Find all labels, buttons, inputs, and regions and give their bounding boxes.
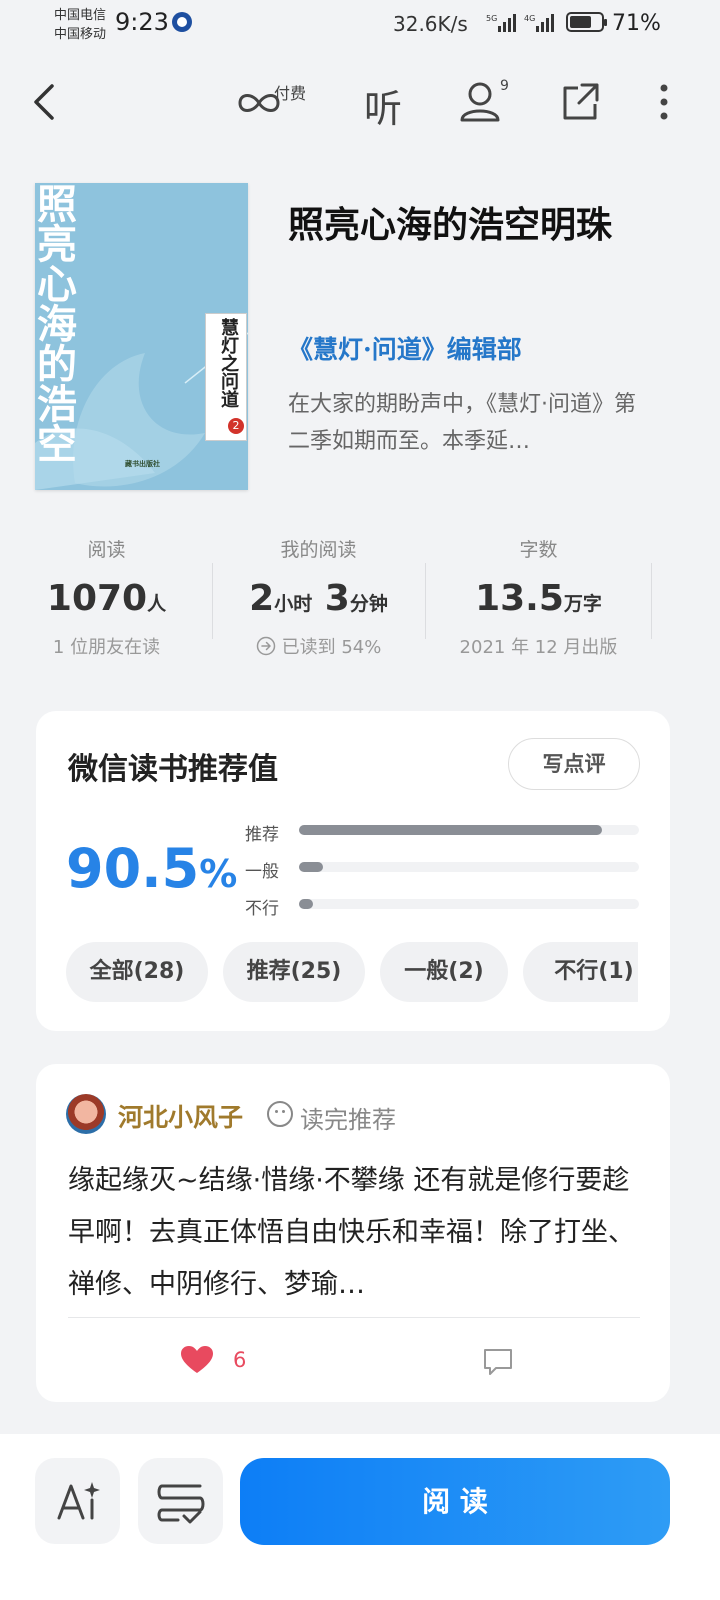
share-icon[interactable] [560, 80, 600, 124]
review-divider [68, 1317, 640, 1318]
battery-icon [566, 12, 607, 32]
stat-minutes-unit: 分钟 [349, 593, 388, 615]
write-review-button[interactable]: 写点评 [508, 738, 640, 790]
book-intro[interactable]: 在大家的期盼声中，《慧灯·问道》第二季如期而至。本季延… [288, 386, 648, 462]
bar-label-average: 一般 [245, 862, 279, 882]
battery-level [570, 16, 591, 28]
stat-minutes-value: 3 [324, 578, 350, 619]
cover-title: 照亮心海的浩空明珠 [35, 183, 77, 463]
filter-chips: 全部(28) 推荐(25) 一般(2) 不行(1) [66, 942, 638, 1002]
ai-icon [57, 1482, 100, 1520]
friends-reading-button[interactable]: 9 [458, 78, 514, 124]
paid-button[interactable]: 付费 [236, 80, 316, 124]
carrier-1: 中国电信 [54, 8, 107, 23]
book-title: 照亮心海的浩空明珠 [288, 204, 613, 246]
stat-word-count-label: 字数 [519, 539, 558, 561]
bar-label-poor: 不行 [245, 899, 279, 919]
carrier-2: 中国移动 [54, 27, 107, 42]
cover-series-text: 慧灯之问道 [218, 318, 239, 408]
stat-readers-label: 阅读 [87, 539, 126, 561]
signal-4g-icon: 4G [524, 14, 554, 32]
stat-divider [425, 563, 426, 639]
signal-5g-icon: 5G [486, 14, 516, 32]
friends-icon [460, 82, 500, 122]
progress-arrow-icon [256, 636, 275, 656]
smile-icon [267, 1101, 293, 1127]
stat-word-count-unit: 万字 [563, 593, 602, 615]
recommend-score-value: 90.5 [66, 837, 200, 900]
stat-my-reading-label: 我的阅读 [280, 539, 357, 561]
bar-poor [299, 899, 639, 909]
bar-poor-fill [299, 899, 313, 909]
like-count: 6 [233, 1348, 247, 1372]
review-text[interactable]: 缘起缘灭~结缘·惜缘·不攀缘 还有就是修行要趁早啊！去真正体悟自由快乐和幸福！除… [68, 1155, 638, 1307]
stat-word-count[interactable]: 字数 13.5万字 2021 年 12 月出版 [432, 535, 645, 659]
cover-series-num: 2 [228, 418, 244, 434]
stat-word-count-value: 13.5 [475, 578, 564, 619]
comment-icon[interactable] [482, 1347, 514, 1377]
read-button[interactable]: 阅 读 [240, 1458, 670, 1545]
stat-readers-value: 1070 [46, 578, 148, 619]
notes-button[interactable] [138, 1458, 223, 1544]
filter-average[interactable]: 一般(2) [380, 942, 508, 1002]
book-author[interactable]: 《慧灯·问道》编辑部 [288, 330, 522, 366]
recommend-score-unit: % [199, 852, 238, 896]
back-icon[interactable] [28, 80, 62, 124]
stat-publish-date: 2021 年 12 月出版 [459, 637, 618, 658]
listen-button[interactable]: 听 [364, 78, 402, 133]
stat-readers-unit: 人 [147, 593, 167, 615]
recommend-score: 90.5% [66, 837, 237, 900]
paid-label: 付费 [274, 84, 307, 103]
stat-my-reading[interactable]: 我的阅读 2小时 3分钟 已读到 54% [212, 535, 425, 659]
filter-recommend[interactable]: 推荐(25) [223, 942, 365, 1002]
stat-progress: 已读到 54% [281, 637, 382, 658]
avatar[interactable] [66, 1094, 106, 1134]
stat-readers[interactable]: 阅读 1070人 1 位朋友在读 [0, 535, 213, 659]
battery-percent: 71% [612, 11, 661, 36]
svg-text:5G: 5G [486, 14, 497, 23]
filter-poor[interactable]: 不行(1) [523, 942, 638, 1002]
bar-recommend-fill [299, 825, 602, 835]
app-notification-icon [172, 12, 192, 32]
review-tag: 读完推荐 [300, 1106, 396, 1134]
svg-text:4G: 4G [524, 14, 535, 23]
rating-title: 微信读书推荐值 [68, 752, 278, 787]
cover-series-label: 慧灯之问道 2 [205, 313, 247, 441]
notes-icon [157, 1484, 205, 1524]
stat-readers-sub: 1 位朋友在读 [52, 637, 161, 658]
ai-button[interactable] [35, 1458, 120, 1544]
bar-average [299, 862, 639, 872]
stat-hours-value: 2 [249, 578, 275, 619]
more-icon[interactable] [654, 80, 674, 124]
network-speed: 32.6K/s [393, 12, 468, 36]
friends-count: 9 [500, 78, 509, 94]
bar-average-fill [299, 862, 323, 872]
status-time: 9:23 [115, 8, 169, 36]
book-cover[interactable]: 照亮心海的浩空明珠 慧灯之问道 2 藏书出版社 [35, 183, 248, 490]
stat-divider [651, 563, 652, 639]
reviewer-name[interactable]: 河北小风子 [118, 1098, 243, 1134]
filter-all[interactable]: 全部(28) [66, 942, 208, 1002]
status-carriers: 中国电信 中国移动 [54, 6, 106, 44]
cover-publisher: 藏书出版社 [125, 460, 160, 468]
bar-label-recommend: 推荐 [245, 825, 279, 845]
heart-icon[interactable] [180, 1345, 214, 1375]
stat-hours-unit: 小时 [274, 593, 313, 615]
bar-recommend [299, 825, 639, 835]
